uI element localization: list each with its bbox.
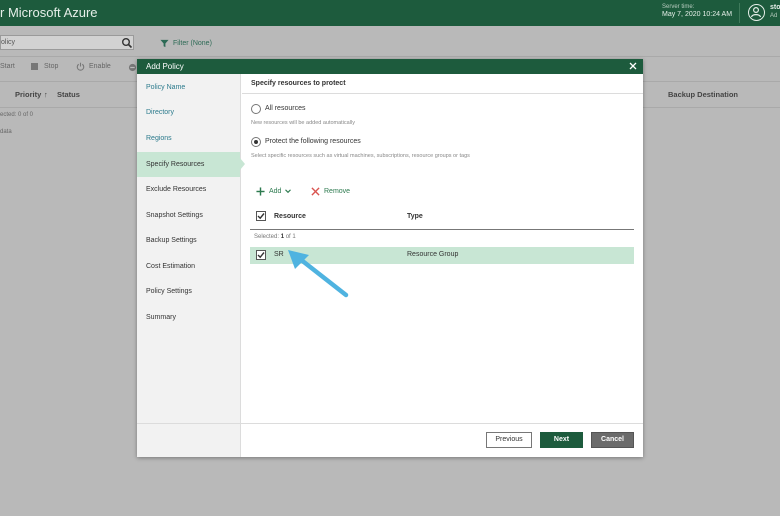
step-exclude-resources: Exclude Resources [146,186,207,193]
protect-following-radio[interactable] [251,137,261,147]
top-header: r Microsoft Azure Server time: May 7, 20… [0,0,780,26]
add-label: Add [269,187,282,195]
all-resources-radio[interactable] [251,104,261,114]
protect-following-hint: Select specific resources such as virtua… [251,153,470,159]
remove-button[interactable]: Remove [311,185,350,197]
add-policy-dialog: Add Policy Policy Name Directory Regions… [137,59,643,457]
cancel-button[interactable]: Cancel [591,432,634,448]
server-time: Server time: May 7, 2020 10:24 AM [662,4,732,18]
divider [242,93,643,94]
user-avatar-icon[interactable] [748,4,765,21]
plus-icon [256,186,265,196]
protect-following-label[interactable]: Protect the following resources [265,138,361,145]
step-cost-estimation: Cost Estimation [146,263,196,270]
priority-column-header[interactable]: Priority [15,90,41,99]
resource-column-header[interactable]: Resource [274,213,306,220]
power-icon [76,62,85,73]
backup-destination-column-header[interactable]: Backup Destination [668,90,738,99]
previous-button[interactable]: Previous [486,432,532,448]
disable-icon [128,63,137,74]
enable-button[interactable]: Enable [89,63,111,70]
annotation-arrow-icon [288,250,349,298]
type-cell: Resource Group [407,251,459,258]
add-button[interactable]: Add [256,185,292,197]
dialog-title: Add Policy [146,62,184,71]
search-value: olicy [1,39,16,46]
checkmark-icon [257,252,265,259]
type-column-header[interactable]: Type [407,213,423,220]
row-checkbox[interactable] [256,250,266,260]
chevron-down-icon [285,189,292,194]
select-all-checkbox[interactable] [256,211,266,221]
dialog-header: Add Policy [137,59,643,74]
step-regions[interactable]: Regions [137,126,241,151]
selected-count: Selected: 1 of 1 [254,234,296,240]
background-selected-count: ected: 0 of 0 [0,112,34,118]
remove-label: Remove [324,187,351,195]
next-button[interactable]: Next [540,432,583,448]
status-column-header[interactable]: Status [57,90,80,99]
wizard-steps: Policy Name Directory Regions Specify Re… [137,74,245,457]
policy-search-input[interactable]: olicy [0,35,134,50]
close-icon [311,186,320,196]
step-policy-settings: Policy Settings [146,288,192,295]
all-resources-hint: New resources will be added automaticall… [251,120,355,126]
user-role: Ad [770,13,778,19]
stop-button[interactable]: Stop [44,63,58,70]
close-icon[interactable] [628,61,638,71]
section-title: Specify resources to protect [251,80,346,87]
step-specify-resources[interactable]: Specify Resources [137,152,240,177]
divider [137,423,643,424]
step-backup-settings: Backup Settings [146,237,197,244]
step-directory[interactable]: Directory [137,100,241,125]
server-time-label: Server time: [662,4,695,10]
filter-icon [160,39,169,47]
user-name[interactable]: sto [770,4,780,11]
step-summary: Summary [146,314,176,321]
divider [0,56,780,57]
sort-arrow-icon: ↑ [44,90,48,99]
app-title: r Microsoft Azure [0,5,98,20]
step-snapshot-settings: Snapshot Settings [146,212,203,219]
start-button[interactable]: Start [0,63,15,70]
no-data-text: data [0,129,12,135]
all-resources-label[interactable]: All resources [265,105,305,112]
server-time-value: May 7, 2020 10:24 AM [662,11,733,18]
filter-label: Filter (None) [173,39,212,47]
header-divider [739,3,740,23]
filter-button[interactable]: Filter (None) [160,37,212,49]
step-policy-name[interactable]: Policy Name [137,75,241,100]
divider [250,229,634,230]
stop-icon [31,63,38,72]
checkmark-icon [257,213,265,220]
search-icon[interactable] [121,37,133,49]
